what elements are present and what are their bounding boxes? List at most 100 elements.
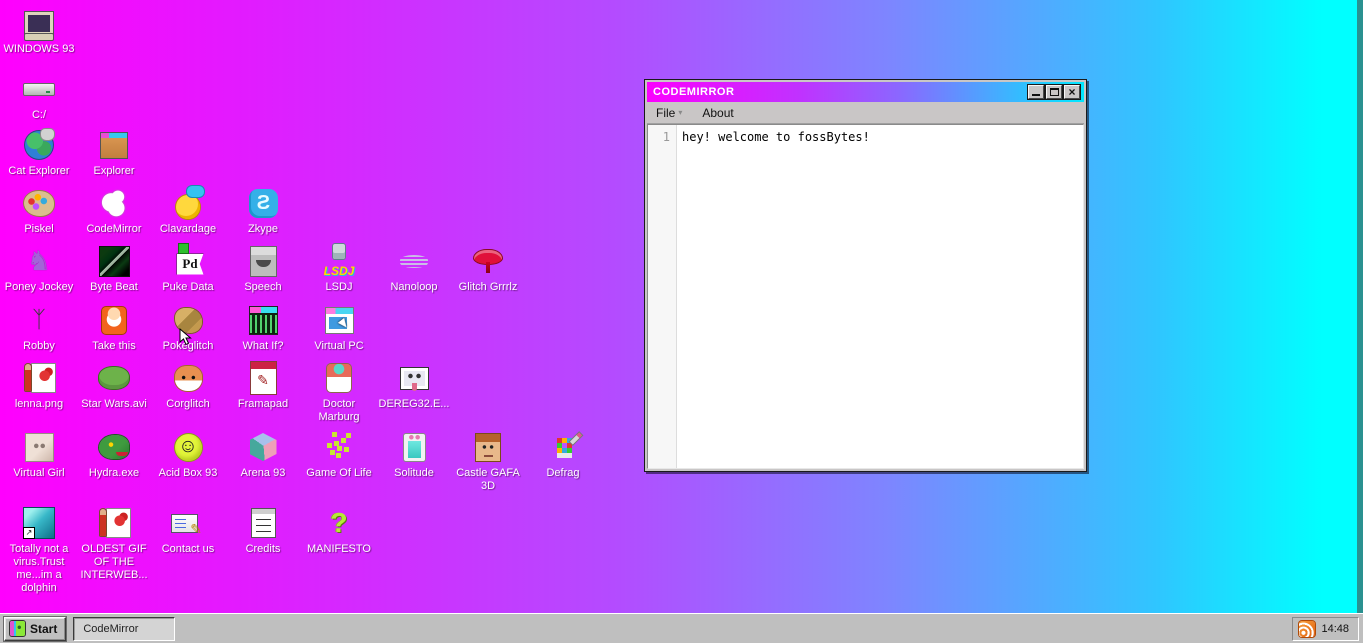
windows93-logo-icon [10, 621, 25, 636]
take-this-icon [97, 303, 131, 337]
rss-icon[interactable] [1299, 621, 1315, 637]
desktop-icon-credits[interactable]: Credits [226, 506, 300, 556]
castle-gafa-icon [471, 430, 505, 464]
desktop-icon-label: Arena 93 [226, 467, 300, 480]
editor-code-line[interactable]: hey! welcome to fossBytes! [677, 125, 870, 468]
menu-item-file[interactable]: File ▾ [656, 106, 682, 120]
doctor-marburg-icon [322, 361, 356, 395]
byte-beat-icon [97, 244, 131, 278]
game-of-life-icon [322, 430, 356, 464]
what-if-icon [246, 303, 280, 337]
desktop-icon-label: What If? [226, 340, 300, 353]
desktop-icon-label: MANIFESTO [302, 543, 376, 556]
dolphin-virus-icon [22, 506, 56, 540]
virtual-pc-icon [322, 303, 356, 337]
maximize-icon [1050, 88, 1059, 96]
desktop-icon-label: Contact us [151, 543, 225, 556]
desktop-icon-dereg32[interactable]: DEREG32.E... [377, 361, 451, 411]
desktop-icon-dolphin-virus[interactable]: Totally not a virus.Trust me...im a dolp… [2, 506, 76, 595]
desktop-icon-lsdj[interactable]: LSDJ [302, 244, 376, 294]
desktop-icon-label: Corglitch [151, 398, 225, 411]
hydra-icon [97, 430, 131, 464]
task-button-label: CodeMirror [83, 623, 138, 635]
desktop-icon-glitch-grrrlz[interactable]: Glitch Grrrlz [451, 244, 525, 294]
desktop-icon-cat-explorer[interactable]: Cat Explorer [2, 128, 76, 178]
desktop-icon-doctor-marburg[interactable]: Doctor Marburg [302, 361, 376, 424]
cat-explorer-icon [22, 128, 56, 162]
system-tray: 14:48 [1292, 617, 1359, 641]
solitude-icon [397, 430, 431, 464]
desktop-icon-robby[interactable]: Robby [2, 303, 76, 353]
desktop-icon-arena93[interactable]: Arena 93 [226, 430, 300, 480]
desktop-icon-label: Take this [77, 340, 151, 353]
virtual-girl-icon [22, 430, 56, 464]
desktop-icon-label: Solitude [377, 467, 451, 480]
desktop-icon-oldest-gif[interactable]: OLDEST GIF OF THE INTERWEB... [77, 506, 151, 582]
desktop-icon-star-wars[interactable]: Star Wars.avi [77, 361, 151, 411]
minimize-button[interactable] [1028, 85, 1044, 99]
desktop-icon-poney-jockey[interactable]: Poney Jockey [2, 244, 76, 294]
menu-item-about[interactable]: About [702, 106, 733, 120]
taskbar-task-codemirror[interactable]: CodeMirror [73, 617, 175, 641]
desktop-icon-windows93[interactable]: WINDOWS 93 [2, 6, 76, 56]
menu-item-about-label: About [702, 106, 733, 120]
close-button[interactable]: × [1064, 85, 1080, 99]
desktop-icon-contact-us[interactable]: Contact us [151, 506, 225, 556]
desktop-icon-hydra[interactable]: Hydra.exe [77, 430, 151, 480]
desktop-icon-nanoloop[interactable]: Nanoloop [377, 244, 451, 294]
desktop-icon-label: LSDJ [302, 281, 376, 294]
desktop-icon-label: Totally not a virus.Trust me...im a dolp… [2, 543, 76, 595]
desktop-icon-label: Castle GAFA 3D [451, 467, 525, 493]
desktop-icon-label: Hydra.exe [77, 467, 151, 480]
desktop-icon-defrag[interactable]: Defrag [526, 430, 600, 480]
desktop-icon-solitude[interactable]: Solitude [377, 430, 451, 480]
windows93-icon [22, 6, 56, 40]
poney-jockey-icon [22, 244, 56, 278]
maximize-button[interactable] [1046, 85, 1062, 99]
desktop-icon-puke-data[interactable]: Puke Data [151, 244, 225, 294]
desktop-icon-lenna[interactable]: lenna.png [2, 361, 76, 411]
desktop-icon-c-drive[interactable]: C:/ [2, 72, 76, 122]
desktop-icon-castle-gafa[interactable]: Castle GAFA 3D [451, 430, 525, 493]
desktop-icon-zkype[interactable]: Zkype [226, 186, 300, 236]
desktop-icon-label: Star Wars.avi [77, 398, 151, 411]
desktop-icon-what-if[interactable]: What If? [226, 303, 300, 353]
desktop-icon-label: Doctor Marburg [302, 398, 376, 424]
desktop-icon-byte-beat[interactable]: Byte Beat [77, 244, 151, 294]
desktop-icon-take-this[interactable]: Take this [77, 303, 151, 353]
editor-gutter: 1 [648, 125, 677, 468]
desktop-icon-label: CodeMirror [77, 223, 151, 236]
desktop-icon-speech[interactable]: Speech [226, 244, 300, 294]
desktop-icon-corglitch[interactable]: Corglitch [151, 361, 225, 411]
desktop-icon-acid-box[interactable]: Acid Box 93 [151, 430, 225, 480]
desktop-icon-label: Poney Jockey [2, 281, 76, 294]
close-icon: × [1068, 86, 1075, 98]
desktop-icon-label: Nanoloop [377, 281, 451, 294]
window-titlebar[interactable]: CODEMIRROR × [647, 82, 1084, 102]
desktop-icon-label: C:/ [2, 109, 76, 122]
framapad-icon [246, 361, 280, 395]
desktop-icon-codemirror[interactable]: CodeMirror [77, 186, 151, 236]
desktop-icon-label: WINDOWS 93 [2, 43, 76, 56]
tray-clock: 14:48 [1321, 623, 1349, 635]
code-editor[interactable]: 1 hey! welcome to fossBytes! [647, 124, 1084, 469]
desktop-icon-manifesto[interactable]: MANIFESTO [302, 506, 376, 556]
desktop-icon-piskel[interactable]: Piskel [2, 186, 76, 236]
desktop-icon-label: Clavardage [151, 223, 225, 236]
desktop-icon-framapad[interactable]: Framapad [226, 361, 300, 411]
start-button[interactable]: Start [4, 617, 66, 641]
desktop-background: WINDOWS 93C:/Cat ExplorerExplorerPiskelC… [0, 0, 1363, 643]
desktop-icon-virtual-pc[interactable]: Virtual PC [302, 303, 376, 353]
desktop-icon-label: Game Of Life [302, 467, 376, 480]
desktop-icon-game-of-life[interactable]: Game Of Life [302, 430, 376, 480]
acid-box-icon [171, 430, 205, 464]
desktop-icon-explorer[interactable]: Explorer [77, 128, 151, 178]
dereg32-icon [397, 361, 431, 395]
desktop-icon-label: Glitch Grrrlz [451, 281, 525, 294]
desktop-icon-virtual-girl[interactable]: Virtual Girl [2, 430, 76, 480]
desktop-icon-label: Defrag [526, 467, 600, 480]
credits-icon [246, 506, 280, 540]
codemirror-icon [97, 186, 131, 220]
desktop-icon-clavardage[interactable]: Clavardage [151, 186, 225, 236]
oldest-gif-icon [97, 506, 131, 540]
